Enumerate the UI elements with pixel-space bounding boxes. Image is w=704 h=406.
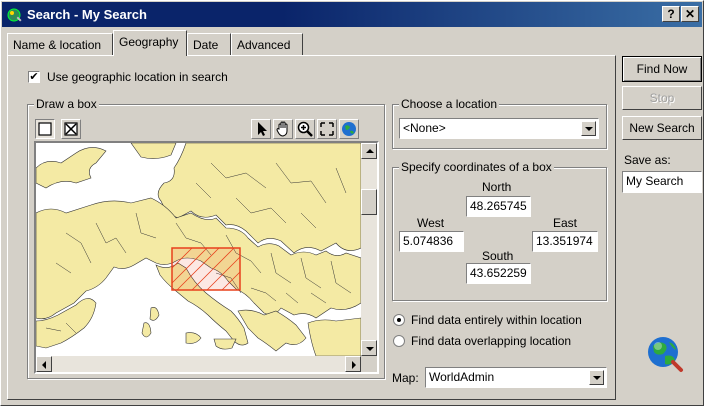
south-input[interactable]: 43.652259	[466, 263, 531, 284]
map-horizontal-scrollbar[interactable]	[36, 356, 361, 372]
clear-box-tool-button[interactable]	[61, 119, 81, 139]
zoom-in-icon	[297, 121, 313, 137]
west-label: West	[417, 216, 445, 230]
rectangle-tool-button[interactable]	[35, 119, 55, 139]
radio-selected-dot	[397, 318, 401, 322]
globe-icon	[342, 122, 356, 136]
specify-coordinates-label: Specify coordinates of a box	[399, 160, 554, 174]
search-window: Search - My Search ? ✕ Name & location G…	[0, 0, 704, 406]
map-dropdown[interactable]: WorldAdmin	[425, 367, 607, 388]
east-input[interactable]: 13.351974	[532, 231, 598, 252]
map-view[interactable]	[34, 141, 379, 374]
scroll-right-arrow-icon	[352, 361, 356, 369]
north-label: North	[482, 180, 512, 194]
globe-tool-button[interactable]	[339, 119, 359, 139]
search-app-icon	[7, 8, 22, 22]
chevron-down-icon	[585, 127, 593, 131]
scroll-down-arrow-icon	[366, 347, 374, 351]
pointer-tool-button[interactable]	[251, 119, 271, 139]
choose-location-dropdown-button[interactable]	[581, 121, 596, 136]
radio-entirely-within[interactable]	[393, 314, 405, 326]
scroll-left-arrow-icon	[42, 361, 46, 369]
clear-box-icon	[64, 122, 78, 136]
vertical-scroll-thumb[interactable]	[361, 189, 377, 215]
east-label: East	[553, 216, 578, 230]
map-vertical-scrollbar[interactable]	[361, 143, 377, 356]
scroll-down-button[interactable]	[361, 340, 377, 356]
radio-entirely-within-label: Find data entirely within location	[411, 313, 582, 327]
map-dropdown-value: WorldAdmin	[429, 370, 495, 384]
close-button[interactable]: ✕	[681, 6, 699, 22]
stop-button[interactable]: Stop	[622, 86, 702, 110]
save-as-label: Save as:	[624, 153, 671, 167]
north-input[interactable]: 48.265745	[466, 196, 531, 217]
scroll-up-button[interactable]	[361, 143, 377, 159]
west-input[interactable]: 5.074836	[399, 231, 464, 252]
pan-hand-icon	[276, 121, 288, 137]
scroll-up-arrow-icon	[366, 149, 374, 153]
find-now-button[interactable]: Find Now	[622, 56, 702, 82]
scroll-right-button[interactable]	[345, 356, 361, 372]
scroll-left-button[interactable]	[36, 356, 52, 372]
new-search-button[interactable]: New Search	[622, 116, 702, 140]
tab-geography[interactable]: Geography	[113, 30, 187, 56]
rectangle-icon	[38, 122, 52, 136]
pointer-icon	[258, 122, 267, 136]
radio-overlapping-label: Find data overlapping location	[411, 334, 572, 348]
chevron-down-icon	[593, 376, 601, 380]
europe-map[interactable]	[36, 143, 361, 356]
south-label: South	[482, 249, 514, 263]
map-label: Map:	[392, 371, 419, 385]
full-extent-tool-button[interactable]	[317, 119, 337, 139]
radio-overlapping[interactable]	[393, 335, 405, 347]
zoom-in-tool-button[interactable]	[295, 119, 315, 139]
window-title: Search - My Search	[27, 7, 147, 22]
globe-search-icon	[648, 337, 683, 372]
tab-date[interactable]: Date	[187, 33, 231, 55]
tab-advanced[interactable]: Advanced	[231, 33, 303, 55]
title-bar[interactable]: Search - My Search ? ✕	[2, 2, 702, 27]
pan-tool-button[interactable]	[273, 119, 293, 139]
draw-box-label: Draw a box	[34, 97, 99, 111]
help-button[interactable]: ?	[662, 6, 680, 22]
save-as-input[interactable]: My Search	[622, 171, 702, 193]
use-location-checkbox[interactable]: ✔	[28, 71, 40, 83]
choose-location-dropdown[interactable]: <None>	[399, 118, 599, 139]
choose-location-value: <None>	[403, 121, 446, 135]
use-location-label: Use geographic location in search	[47, 70, 228, 84]
scroll-corner	[361, 356, 377, 372]
map-dropdown-button[interactable]	[589, 370, 604, 385]
choose-location-label: Choose a location	[399, 97, 500, 111]
tab-name-location[interactable]: Name & location	[7, 33, 113, 55]
full-extent-icon	[320, 122, 334, 136]
